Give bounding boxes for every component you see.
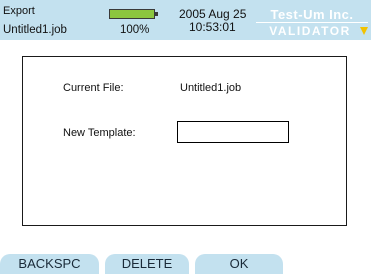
battery-level	[110, 10, 154, 18]
mode-title: Export	[3, 5, 35, 17]
delete-button[interactable]: DELETE	[105, 254, 189, 274]
current-file-name: Untitled1.job	[3, 24, 67, 36]
new-template-input[interactable]	[177, 121, 289, 143]
product-logo: VALIDATOR	[269, 24, 351, 38]
backspace-button[interactable]: BACKSPC	[0, 254, 99, 274]
brand-underline	[256, 22, 368, 23]
brand-name: Test-Um Inc.	[270, 7, 354, 22]
status-header: Export Untitled1.job 100% 2005 Aug 25 10…	[0, 0, 371, 40]
brand-mark-icon	[360, 27, 368, 35]
current-file-label: Current File:	[63, 82, 124, 94]
battery-icon	[109, 9, 155, 19]
current-file-value: Untitled1.job	[180, 82, 242, 94]
ok-button[interactable]: OK	[195, 254, 283, 274]
time-display: 10:53:01	[189, 20, 236, 34]
new-template-label: New Template:	[63, 127, 136, 139]
battery-percent: 100%	[120, 24, 150, 36]
battery-tip	[155, 12, 158, 16]
